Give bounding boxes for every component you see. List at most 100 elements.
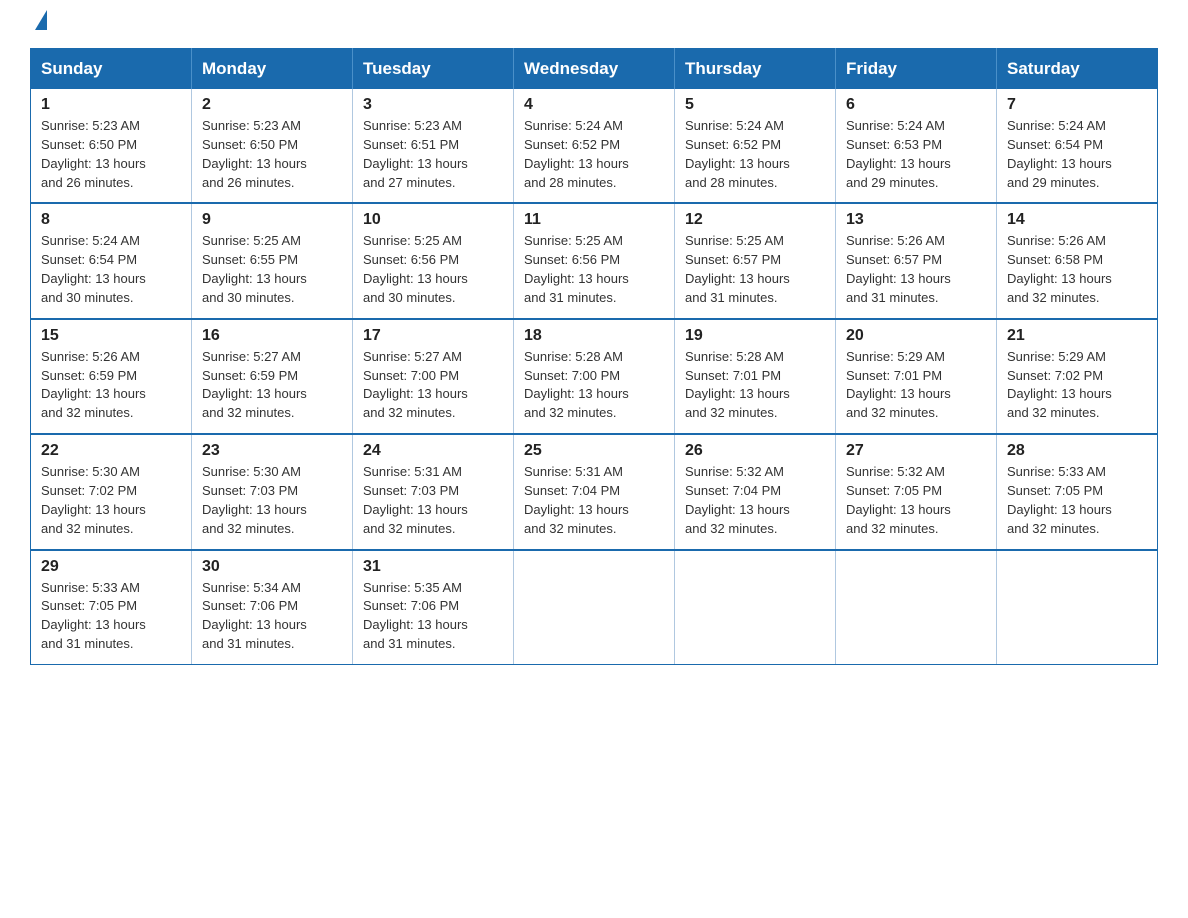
- day-cell-22: 22 Sunrise: 5:30 AMSunset: 7:02 PMDaylig…: [31, 434, 192, 549]
- day-cell-7: 7 Sunrise: 5:24 AMSunset: 6:54 PMDayligh…: [997, 89, 1158, 203]
- day-info: Sunrise: 5:26 AMSunset: 6:58 PMDaylight:…: [1007, 233, 1112, 305]
- header-day-saturday: Saturday: [997, 49, 1158, 90]
- day-info: Sunrise: 5:26 AMSunset: 6:59 PMDaylight:…: [41, 349, 146, 421]
- day-info: Sunrise: 5:25 AMSunset: 6:56 PMDaylight:…: [363, 233, 468, 305]
- day-cell-20: 20 Sunrise: 5:29 AMSunset: 7:01 PMDaylig…: [836, 319, 997, 434]
- day-info: Sunrise: 5:24 AMSunset: 6:53 PMDaylight:…: [846, 118, 951, 190]
- empty-cell: [514, 550, 675, 665]
- day-number: 1: [41, 96, 181, 114]
- day-number: 4: [524, 96, 664, 114]
- calendar-table: SundayMondayTuesdayWednesdayThursdayFrid…: [30, 48, 1158, 665]
- day-cell-18: 18 Sunrise: 5:28 AMSunset: 7:00 PMDaylig…: [514, 319, 675, 434]
- day-number: 18: [524, 327, 664, 345]
- calendar-header: SundayMondayTuesdayWednesdayThursdayFrid…: [31, 49, 1158, 90]
- day-cell-19: 19 Sunrise: 5:28 AMSunset: 7:01 PMDaylig…: [675, 319, 836, 434]
- week-row-3: 15 Sunrise: 5:26 AMSunset: 6:59 PMDaylig…: [31, 319, 1158, 434]
- header-day-thursday: Thursday: [675, 49, 836, 90]
- day-cell-3: 3 Sunrise: 5:23 AMSunset: 6:51 PMDayligh…: [353, 89, 514, 203]
- day-number: 9: [202, 211, 342, 229]
- day-cell-16: 16 Sunrise: 5:27 AMSunset: 6:59 PMDaylig…: [192, 319, 353, 434]
- header-day-monday: Monday: [192, 49, 353, 90]
- day-cell-9: 9 Sunrise: 5:25 AMSunset: 6:55 PMDayligh…: [192, 203, 353, 318]
- week-row-1: 1 Sunrise: 5:23 AMSunset: 6:50 PMDayligh…: [31, 89, 1158, 203]
- day-info: Sunrise: 5:25 AMSunset: 6:55 PMDaylight:…: [202, 233, 307, 305]
- day-cell-5: 5 Sunrise: 5:24 AMSunset: 6:52 PMDayligh…: [675, 89, 836, 203]
- day-number: 5: [685, 96, 825, 114]
- day-cell-1: 1 Sunrise: 5:23 AMSunset: 6:50 PMDayligh…: [31, 89, 192, 203]
- day-info: Sunrise: 5:32 AMSunset: 7:05 PMDaylight:…: [846, 464, 951, 536]
- day-number: 17: [363, 327, 503, 345]
- day-info: Sunrise: 5:29 AMSunset: 7:01 PMDaylight:…: [846, 349, 951, 421]
- day-number: 10: [363, 211, 503, 229]
- day-cell-2: 2 Sunrise: 5:23 AMSunset: 6:50 PMDayligh…: [192, 89, 353, 203]
- day-number: 31: [363, 558, 503, 576]
- day-number: 21: [1007, 327, 1147, 345]
- day-cell-24: 24 Sunrise: 5:31 AMSunset: 7:03 PMDaylig…: [353, 434, 514, 549]
- day-number: 3: [363, 96, 503, 114]
- week-row-4: 22 Sunrise: 5:30 AMSunset: 7:02 PMDaylig…: [31, 434, 1158, 549]
- day-cell-28: 28 Sunrise: 5:33 AMSunset: 7:05 PMDaylig…: [997, 434, 1158, 549]
- day-info: Sunrise: 5:23 AMSunset: 6:50 PMDaylight:…: [202, 118, 307, 190]
- logo: [30, 20, 47, 30]
- day-number: 20: [846, 327, 986, 345]
- day-info: Sunrise: 5:28 AMSunset: 7:01 PMDaylight:…: [685, 349, 790, 421]
- day-cell-17: 17 Sunrise: 5:27 AMSunset: 7:00 PMDaylig…: [353, 319, 514, 434]
- day-cell-29: 29 Sunrise: 5:33 AMSunset: 7:05 PMDaylig…: [31, 550, 192, 665]
- header-day-sunday: Sunday: [31, 49, 192, 90]
- day-cell-23: 23 Sunrise: 5:30 AMSunset: 7:03 PMDaylig…: [192, 434, 353, 549]
- day-info: Sunrise: 5:26 AMSunset: 6:57 PMDaylight:…: [846, 233, 951, 305]
- day-cell-30: 30 Sunrise: 5:34 AMSunset: 7:06 PMDaylig…: [192, 550, 353, 665]
- day-number: 28: [1007, 442, 1147, 460]
- day-info: Sunrise: 5:28 AMSunset: 7:00 PMDaylight:…: [524, 349, 629, 421]
- day-info: Sunrise: 5:25 AMSunset: 6:57 PMDaylight:…: [685, 233, 790, 305]
- day-number: 19: [685, 327, 825, 345]
- day-number: 29: [41, 558, 181, 576]
- week-row-5: 29 Sunrise: 5:33 AMSunset: 7:05 PMDaylig…: [31, 550, 1158, 665]
- day-info: Sunrise: 5:29 AMSunset: 7:02 PMDaylight:…: [1007, 349, 1112, 421]
- day-info: Sunrise: 5:24 AMSunset: 6:52 PMDaylight:…: [524, 118, 629, 190]
- day-number: 8: [41, 211, 181, 229]
- day-number: 30: [202, 558, 342, 576]
- header-day-tuesday: Tuesday: [353, 49, 514, 90]
- day-cell-31: 31 Sunrise: 5:35 AMSunset: 7:06 PMDaylig…: [353, 550, 514, 665]
- day-cell-4: 4 Sunrise: 5:24 AMSunset: 6:52 PMDayligh…: [514, 89, 675, 203]
- header-day-friday: Friday: [836, 49, 997, 90]
- calendar-body: 1 Sunrise: 5:23 AMSunset: 6:50 PMDayligh…: [31, 89, 1158, 664]
- day-cell-15: 15 Sunrise: 5:26 AMSunset: 6:59 PMDaylig…: [31, 319, 192, 434]
- day-number: 14: [1007, 211, 1147, 229]
- day-cell-10: 10 Sunrise: 5:25 AMSunset: 6:56 PMDaylig…: [353, 203, 514, 318]
- day-cell-14: 14 Sunrise: 5:26 AMSunset: 6:58 PMDaylig…: [997, 203, 1158, 318]
- day-info: Sunrise: 5:33 AMSunset: 7:05 PMDaylight:…: [1007, 464, 1112, 536]
- day-number: 7: [1007, 96, 1147, 114]
- empty-cell: [675, 550, 836, 665]
- day-cell-8: 8 Sunrise: 5:24 AMSunset: 6:54 PMDayligh…: [31, 203, 192, 318]
- day-info: Sunrise: 5:23 AMSunset: 6:51 PMDaylight:…: [363, 118, 468, 190]
- day-number: 12: [685, 211, 825, 229]
- header-row: SundayMondayTuesdayWednesdayThursdayFrid…: [31, 49, 1158, 90]
- day-cell-6: 6 Sunrise: 5:24 AMSunset: 6:53 PMDayligh…: [836, 89, 997, 203]
- day-number: 11: [524, 211, 664, 229]
- day-cell-13: 13 Sunrise: 5:26 AMSunset: 6:57 PMDaylig…: [836, 203, 997, 318]
- header-day-wednesday: Wednesday: [514, 49, 675, 90]
- day-cell-27: 27 Sunrise: 5:32 AMSunset: 7:05 PMDaylig…: [836, 434, 997, 549]
- day-cell-12: 12 Sunrise: 5:25 AMSunset: 6:57 PMDaylig…: [675, 203, 836, 318]
- day-info: Sunrise: 5:24 AMSunset: 6:54 PMDaylight:…: [1007, 118, 1112, 190]
- day-cell-26: 26 Sunrise: 5:32 AMSunset: 7:04 PMDaylig…: [675, 434, 836, 549]
- day-cell-21: 21 Sunrise: 5:29 AMSunset: 7:02 PMDaylig…: [997, 319, 1158, 434]
- day-cell-25: 25 Sunrise: 5:31 AMSunset: 7:04 PMDaylig…: [514, 434, 675, 549]
- day-number: 24: [363, 442, 503, 460]
- day-info: Sunrise: 5:31 AMSunset: 7:04 PMDaylight:…: [524, 464, 629, 536]
- day-info: Sunrise: 5:30 AMSunset: 7:02 PMDaylight:…: [41, 464, 146, 536]
- day-info: Sunrise: 5:31 AMSunset: 7:03 PMDaylight:…: [363, 464, 468, 536]
- day-number: 23: [202, 442, 342, 460]
- day-number: 13: [846, 211, 986, 229]
- day-info: Sunrise: 5:32 AMSunset: 7:04 PMDaylight:…: [685, 464, 790, 536]
- page-header: [30, 20, 1158, 30]
- day-number: 2: [202, 96, 342, 114]
- empty-cell: [997, 550, 1158, 665]
- empty-cell: [836, 550, 997, 665]
- day-info: Sunrise: 5:35 AMSunset: 7:06 PMDaylight:…: [363, 580, 468, 652]
- day-number: 16: [202, 327, 342, 345]
- day-info: Sunrise: 5:33 AMSunset: 7:05 PMDaylight:…: [41, 580, 146, 652]
- day-info: Sunrise: 5:27 AMSunset: 6:59 PMDaylight:…: [202, 349, 307, 421]
